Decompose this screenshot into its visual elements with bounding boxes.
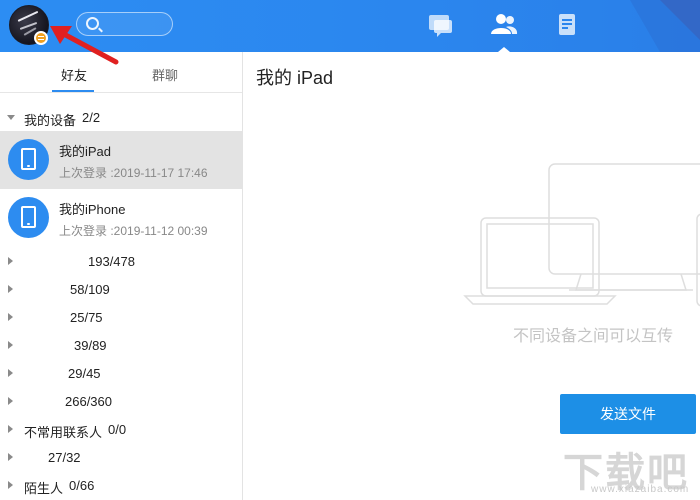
group-count: 27/32 (48, 450, 81, 465)
group-count: 25/75 (70, 310, 103, 325)
send-file-button[interactable]: 发送文件 (560, 394, 696, 434)
device-item-iphone[interactable]: 我的iPhone 上次登录 :2019-11-12 00:39 (0, 189, 242, 247)
chevron-right-icon (8, 285, 13, 293)
device-last-login: 上次登录 :2019-11-17 17:46 (59, 166, 208, 180)
group-count: 2/2 (82, 110, 101, 125)
tab-friends[interactable]: 好友 (61, 65, 87, 84)
device-item-ipad[interactable]: 我的iPad 上次登录 :2019-11-17 17:46 (0, 131, 242, 189)
chevron-right-icon (8, 257, 13, 265)
document-icon[interactable] (552, 12, 582, 38)
group-item[interactable]: 58/109 (0, 275, 242, 303)
active-tab-indicator (52, 90, 94, 92)
group-my-devices[interactable]: 我的设备 2/2 (0, 103, 242, 131)
contacts-icon[interactable] (489, 12, 519, 38)
chevron-right-icon (8, 313, 13, 321)
group-count: 0/0 (108, 422, 127, 437)
watermark-logo: 下载吧 www.xiazaiba.com (563, 440, 700, 500)
group-item[interactable]: 266/360 (0, 387, 242, 415)
group-count: 39/89 (74, 338, 107, 353)
top-bar (0, 0, 700, 52)
online-status-icon[interactable] (34, 31, 48, 45)
group-item[interactable]: 193/478 (0, 247, 242, 275)
group-count: 29/45 (68, 366, 101, 381)
tablet-icon (8, 197, 49, 238)
contact-tabs: 好友 群聊 (0, 52, 242, 93)
group-name: 陌生人 (24, 481, 64, 496)
chevron-right-icon (8, 481, 13, 489)
chat-icon[interactable] (425, 12, 455, 38)
chevron-right-icon (8, 425, 13, 433)
chevron-right-icon (8, 453, 13, 461)
chat-panel: 我的 iPad 不同设备之间可以互传 发送文件 下载吧 www.xiazaiba… (243, 52, 700, 500)
search-input[interactable] (76, 12, 173, 36)
chevron-right-icon (8, 341, 13, 349)
group-item[interactable]: 25/75 (0, 303, 242, 331)
empty-state-hint: 不同设备之间可以互传 (513, 328, 674, 345)
group-name: 我的设备 (24, 113, 77, 128)
contact-sidebar: 好友 群聊 我的设备 2/2 我的iPad 上次登录 :2019-11-17 1… (0, 52, 243, 500)
chevron-down-icon (7, 115, 15, 120)
chevron-right-icon (8, 369, 13, 377)
tablet-icon (8, 139, 49, 180)
group-count: 0/66 (69, 478, 95, 493)
device-name: 我的iPad (59, 144, 112, 159)
group-item[interactable]: 29/45 (0, 359, 242, 387)
page-title: 我的 iPad (256, 68, 334, 88)
chevron-right-icon (8, 397, 13, 405)
device-last-login: 上次登录 :2019-11-12 00:39 (59, 224, 208, 238)
search-icon (86, 17, 99, 30)
group-count: 193/478 (88, 254, 135, 269)
group-item-infrequent[interactable]: 不常用联系人 0/0 (0, 415, 242, 443)
devices-illustration-icon (463, 163, 700, 307)
corner-decoration (630, 0, 700, 52)
group-name: 不常用联系人 (24, 425, 103, 440)
group-item-strangers[interactable]: 陌生人 0/66 (0, 471, 242, 499)
group-count: 266/360 (65, 394, 112, 409)
group-item[interactable]: 27/32 (0, 443, 242, 471)
group-item[interactable]: 39/89 (0, 331, 242, 359)
watermark-url: www.xiazaiba.com (591, 484, 690, 495)
device-name: 我的iPhone (59, 202, 126, 217)
tab-groups[interactable]: 群聊 (152, 65, 178, 84)
group-count: 58/109 (70, 282, 110, 297)
